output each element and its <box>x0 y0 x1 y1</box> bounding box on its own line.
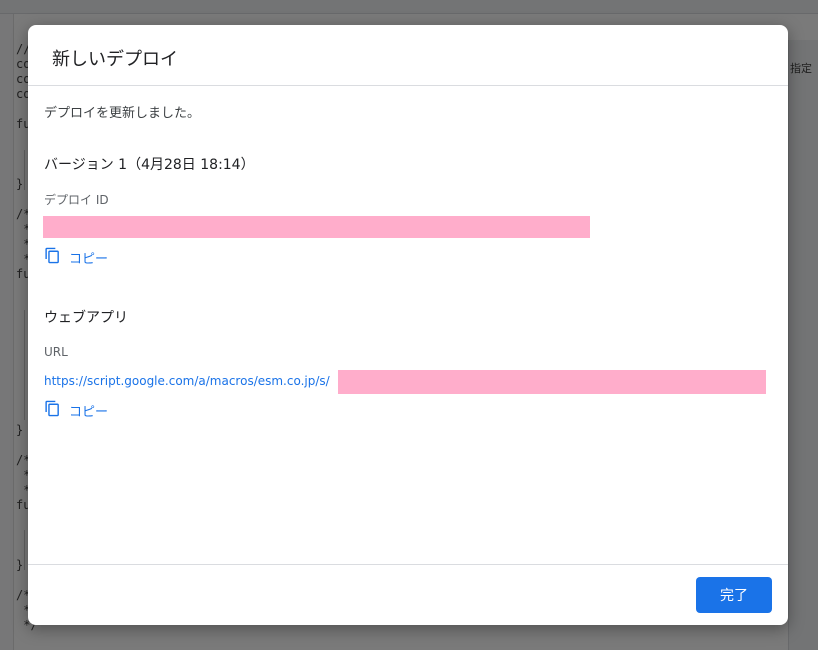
copy-url-button[interactable]: コピー <box>44 400 108 421</box>
deploy-id-label: デプロイ ID <box>44 193 109 207</box>
webapp-section-title: ウェブアプリ <box>44 310 128 326</box>
dialog-body: デプロイを更新しました。 バージョン 1（4月28日 18:14） デプロイ I… <box>28 86 788 564</box>
deploy-id-value-redacted <box>43 216 590 238</box>
done-button[interactable]: 完了 <box>696 577 772 613</box>
copy-icon <box>44 400 61 421</box>
dialog-footer: 完了 <box>28 564 788 625</box>
new-deployment-dialog: 新しいデプロイ デプロイを更新しました。 バージョン 1（4月28日 18:14… <box>28 25 788 625</box>
webapp-url-redacted <box>338 370 766 394</box>
version-info: バージョン 1（4月28日 18:14） <box>44 157 255 173</box>
url-label: URL <box>44 345 68 359</box>
status-message: デプロイを更新しました。 <box>44 106 201 121</box>
copy-label: コピー <box>69 252 109 267</box>
webapp-url-link[interactable]: https://script.google.com/a/macros/esm.c… <box>44 374 330 388</box>
copy-label: コピー <box>69 405 109 420</box>
copy-icon <box>44 247 61 268</box>
copy-deploy-id-button[interactable]: コピー <box>44 247 108 268</box>
dialog-header: 新しいデプロイ <box>28 25 788 86</box>
dialog-title: 新しいデプロイ <box>52 49 178 70</box>
